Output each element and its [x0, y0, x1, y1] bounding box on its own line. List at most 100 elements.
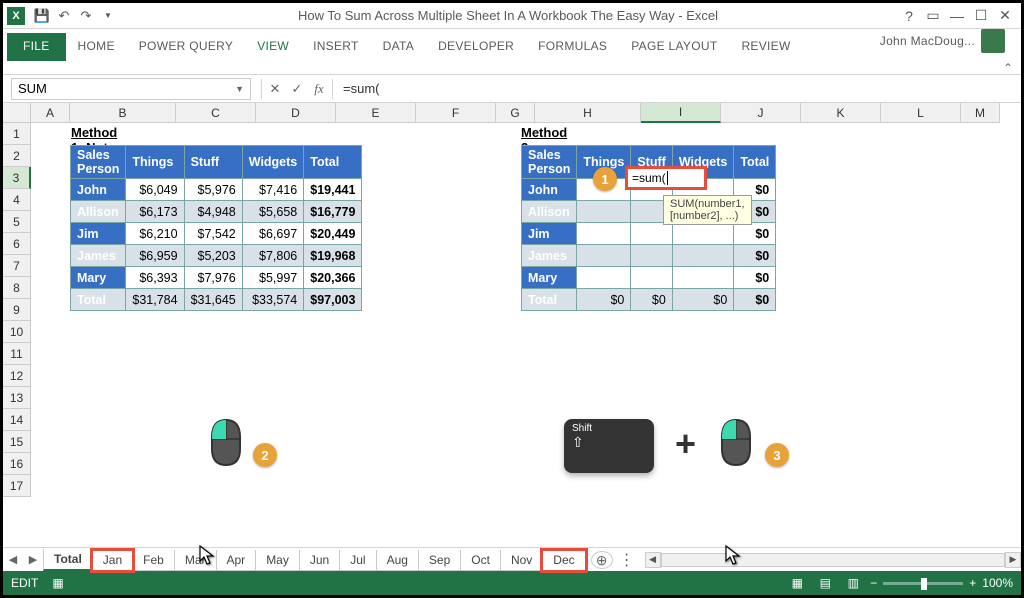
- view-normal-icon[interactable]: ▦: [786, 575, 808, 591]
- row-header-2[interactable]: 2: [3, 145, 31, 167]
- sheet-nav-prev-icon[interactable]: ◀: [3, 553, 23, 566]
- table-cell[interactable]: James: [522, 245, 577, 267]
- zoom-in-icon[interactable]: +: [969, 576, 976, 590]
- table-cell[interactable]: $31,645: [184, 289, 242, 311]
- table-cell[interactable]: $0: [734, 223, 776, 245]
- sheet-nav-menu-icon[interactable]: ⋮: [619, 550, 635, 570]
- tab-insert[interactable]: INSERT: [301, 33, 371, 61]
- col-header-H[interactable]: H: [535, 103, 641, 123]
- table-cell[interactable]: $0: [577, 289, 631, 311]
- col-header-A[interactable]: A: [31, 103, 70, 123]
- row-header-11[interactable]: 11: [3, 343, 31, 365]
- col-header-J[interactable]: J: [721, 103, 801, 123]
- row-header-14[interactable]: 14: [3, 409, 31, 431]
- view-pagelayout-icon[interactable]: ▤: [814, 575, 836, 591]
- table-cell[interactable]: $20,366: [304, 267, 362, 289]
- save-icon[interactable]: 💾: [33, 7, 51, 25]
- tab-developer[interactable]: DEVELOPER: [426, 33, 526, 61]
- table-cell[interactable]: John: [71, 179, 126, 201]
- table-cell[interactable]: $6,210: [126, 223, 184, 245]
- col-header-M[interactable]: M: [961, 103, 1000, 123]
- row-header-9[interactable]: 9: [3, 299, 31, 321]
- help-icon[interactable]: ?: [899, 7, 919, 25]
- col-header-D[interactable]: D: [256, 103, 336, 123]
- tab-review[interactable]: REVIEW: [729, 33, 802, 61]
- sheet-tab-jan[interactable]: Jan: [92, 550, 133, 571]
- insert-function-icon[interactable]: fx: [308, 81, 330, 97]
- row-header-7[interactable]: 7: [3, 255, 31, 277]
- row-header-13[interactable]: 13: [3, 387, 31, 409]
- col-header-K[interactable]: K: [801, 103, 881, 123]
- hscroll-right-icon[interactable]: ▶: [1005, 552, 1021, 568]
- table-cell[interactable]: $97,003: [304, 289, 362, 311]
- zoom-out-icon[interactable]: −: [870, 576, 877, 590]
- row-header-16[interactable]: 16: [3, 453, 31, 475]
- name-box-dropdown-icon[interactable]: ▼: [235, 84, 244, 94]
- table-cell[interactable]: $7,806: [242, 245, 304, 267]
- editing-cell[interactable]: =sum(: [625, 166, 707, 190]
- table-cell[interactable]: $6,049: [126, 179, 184, 201]
- tab-pagelayout[interactable]: PAGE LAYOUT: [619, 33, 729, 61]
- table-cell[interactable]: $0: [672, 289, 734, 311]
- table-cell[interactable]: $19,441: [304, 179, 362, 201]
- table-cell[interactable]: $7,416: [242, 179, 304, 201]
- table-cell[interactable]: [672, 245, 734, 267]
- qat-dropdown-icon[interactable]: ▼: [99, 7, 117, 25]
- table-cell[interactable]: $0: [734, 289, 776, 311]
- table-cell[interactable]: James: [71, 245, 126, 267]
- table-cell[interactable]: [577, 223, 631, 245]
- row-header-5[interactable]: 5: [3, 211, 31, 233]
- horizontal-scrollbar[interactable]: ◀ ▶: [645, 552, 1021, 568]
- table-cell[interactable]: $5,203: [184, 245, 242, 267]
- table-cell[interactable]: [577, 201, 631, 223]
- table-cell[interactable]: [631, 223, 672, 245]
- col-header-G[interactable]: G: [496, 103, 535, 123]
- table-cell[interactable]: $5,658: [242, 201, 304, 223]
- col-header-E[interactable]: E: [336, 103, 416, 123]
- formula-input[interactable]: =sum(: [335, 81, 1021, 96]
- table-cell[interactable]: $4,948: [184, 201, 242, 223]
- table-cell[interactable]: John: [522, 179, 577, 201]
- table-cell[interactable]: Jim: [522, 223, 577, 245]
- sheet-tab-dec[interactable]: Dec: [542, 550, 585, 571]
- expand-ribbon-icon[interactable]: ⌃: [1003, 61, 1013, 75]
- sheet-tab-aug[interactable]: Aug: [376, 550, 419, 571]
- table-cell[interactable]: Mary: [522, 267, 577, 289]
- table-cell[interactable]: Total: [71, 289, 126, 311]
- row-header-1[interactable]: 1: [3, 123, 31, 145]
- row-header-12[interactable]: 12: [3, 365, 31, 387]
- sheet-tab-jun[interactable]: Jun: [299, 550, 340, 571]
- sheet-tab-sep[interactable]: Sep: [418, 550, 461, 571]
- tab-data[interactable]: DATA: [371, 33, 426, 61]
- zoom-slider[interactable]: [883, 582, 963, 585]
- table-cell[interactable]: $5,976: [184, 179, 242, 201]
- undo-icon[interactable]: ↶: [55, 7, 73, 25]
- hscroll-left-icon[interactable]: ◀: [645, 552, 661, 568]
- minimize-icon[interactable]: —: [947, 7, 967, 25]
- table-cell[interactable]: $6,959: [126, 245, 184, 267]
- cancel-formula-icon[interactable]: ✕: [264, 81, 286, 97]
- worksheet-grid[interactable]: ABCDEFGHIJKLM 1234567891011121314151617 …: [3, 103, 1021, 547]
- sheet-tab-oct[interactable]: Oct: [460, 550, 501, 571]
- table-cell[interactable]: [577, 245, 631, 267]
- table-cell[interactable]: $31,784: [126, 289, 184, 311]
- sheet-tab-apr[interactable]: Apr: [216, 550, 257, 571]
- name-box[interactable]: SUM ▼: [11, 78, 251, 100]
- table-cell[interactable]: $6,697: [242, 223, 304, 245]
- row-header-15[interactable]: 15: [3, 431, 31, 453]
- tab-file[interactable]: FILE: [7, 33, 66, 61]
- table-cell[interactable]: Allison: [522, 201, 577, 223]
- close-icon[interactable]: ✕: [995, 7, 1015, 25]
- row-header-17[interactable]: 17: [3, 475, 31, 497]
- maximize-icon[interactable]: ☐: [971, 7, 991, 25]
- table-cell[interactable]: $6,393: [126, 267, 184, 289]
- hscroll-track[interactable]: [661, 553, 1005, 567]
- row-header-4[interactable]: 4: [3, 189, 31, 211]
- table-cell[interactable]: $0: [734, 267, 776, 289]
- col-header-I[interactable]: I: [641, 103, 721, 123]
- user-account[interactable]: John MacDoug...: [868, 23, 1017, 61]
- sheet-tab-mar[interactable]: Mar: [174, 550, 217, 571]
- tab-view[interactable]: VIEW: [245, 33, 301, 61]
- table-cell[interactable]: Allison: [71, 201, 126, 223]
- table-cell[interactable]: $19,968: [304, 245, 362, 267]
